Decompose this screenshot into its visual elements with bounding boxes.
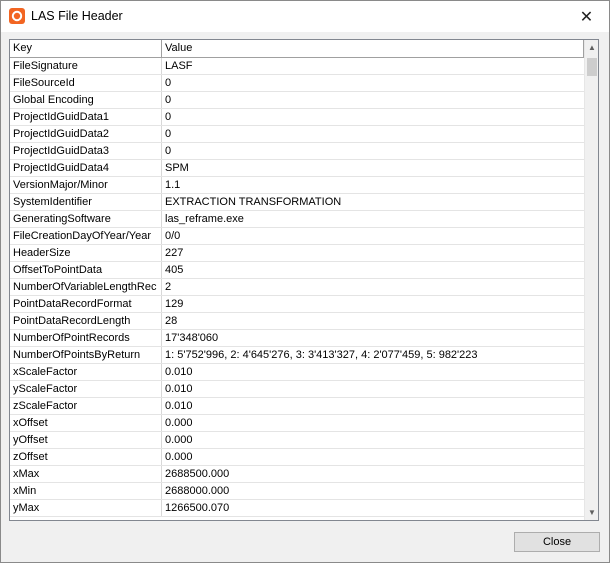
table-body: FileSignature LASF FileSourceId 0 Global Enc…: [10, 58, 584, 517]
row-value: 0: [165, 94, 172, 106]
table-row[interactable]: FileSourceId 0: [10, 75, 584, 92]
row-key: zScaleFactor: [10, 398, 162, 414]
row-value: 2688000.000: [165, 485, 230, 497]
scroll-down-icon[interactable]: ▼: [585, 505, 598, 520]
row-value: 1.1: [165, 179, 181, 191]
vertical-scrollbar[interactable]: ▲ ▼: [584, 40, 598, 520]
table-row[interactable]: ProjectIdGuidData1 0: [10, 109, 584, 126]
row-value: 1: 5'752'996, 2: 4'645'276, 3: 3'413'327…: [165, 349, 478, 361]
row-key: FileSourceId: [10, 75, 162, 91]
table-header: Key Value: [10, 40, 584, 58]
row-key: xScaleFactor: [10, 364, 162, 380]
row-value: 28: [165, 315, 178, 327]
row-key: PointDataRecordFormat: [10, 296, 162, 312]
table-row[interactable]: yOffset 0.000: [10, 432, 584, 449]
table-row[interactable]: zOffset 0.000: [10, 449, 584, 466]
close-button[interactable]: Close: [514, 532, 600, 552]
table-row[interactable]: PointDataRecordLength 28: [10, 313, 584, 330]
row-value: 0.000: [165, 417, 193, 429]
table-row[interactable]: zScaleFactor 0.010: [10, 398, 584, 415]
row-value: 2: [165, 281, 172, 293]
table-row[interactable]: ProjectIdGuidData4 SPM: [10, 160, 584, 177]
table-row[interactable]: ProjectIdGuidData3 0: [10, 143, 584, 160]
row-key: ProjectIdGuidData1: [10, 109, 162, 125]
table-row[interactable]: NumberOfVariableLengthRec 2: [10, 279, 584, 296]
window-title: LAS File Header: [31, 9, 123, 23]
table-row[interactable]: OffsetToPointData 405: [10, 262, 584, 279]
table-row[interactable]: xScaleFactor 0.010: [10, 364, 584, 381]
row-key: yMax: [10, 500, 162, 516]
row-key: yScaleFactor: [10, 381, 162, 397]
column-header-value[interactable]: Value: [162, 40, 584, 57]
table-row[interactable]: HeaderSize 227: [10, 245, 584, 262]
table-row[interactable]: ProjectIdGuidData2 0: [10, 126, 584, 143]
column-header-key[interactable]: Key: [10, 40, 162, 57]
row-value: 17'348'060: [165, 332, 219, 344]
table-row[interactable]: PointDataRecordFormat 129: [10, 296, 584, 313]
row-value: 0.000: [165, 434, 193, 446]
table-row[interactable]: xOffset 0.000: [10, 415, 584, 432]
row-value: 0: [165, 111, 172, 123]
row-value: 1266500.070: [165, 502, 230, 514]
table-row[interactable]: Global Encoding 0: [10, 92, 584, 109]
row-value: 0.000: [165, 451, 193, 463]
row-key: NumberOfVariableLengthRec: [10, 279, 162, 295]
row-value: 0/0: [165, 230, 181, 242]
row-value: 129: [165, 298, 184, 310]
scroll-up-icon[interactable]: ▲: [585, 40, 598, 55]
row-key: SystemIdentifier: [10, 194, 162, 210]
row-key: xOffset: [10, 415, 162, 431]
row-key: FileSignature: [10, 58, 162, 74]
row-key: ProjectIdGuidData3: [10, 143, 162, 159]
row-value: las_reframe.exe: [165, 213, 244, 225]
row-key: NumberOfPointsByReturn: [10, 347, 162, 363]
row-key: ProjectIdGuidData4: [10, 160, 162, 176]
las-file-header-window: LAS File Header ✕ Key Value FileSignatur…: [0, 0, 610, 563]
row-value: LASF: [165, 60, 193, 72]
table-row[interactable]: xMax 2688500.000: [10, 466, 584, 483]
header-table: Key Value FileSignature LASF FileSourceId 0…: [9, 39, 599, 521]
row-value: 0.010: [165, 383, 193, 395]
row-key: xMin: [10, 483, 162, 499]
row-key: NumberOfPointRecords: [10, 330, 162, 346]
close-icon[interactable]: ✕: [564, 1, 609, 32]
table-row[interactable]: SystemIdentifier EXTRACTION TRANSFORMATIO…: [10, 194, 584, 211]
row-value: 0: [165, 77, 172, 89]
table-row[interactable]: yMax 1266500.070: [10, 500, 584, 517]
table-row[interactable]: NumberOfPointsByReturn 1: 5'752'996, 2: 4…: [10, 347, 584, 364]
row-key: xMax: [10, 466, 162, 482]
title-bar[interactable]: LAS File Header ✕: [1, 1, 609, 32]
row-key: FileCreationDayOfYear/Year: [10, 228, 162, 244]
row-key: yOffset: [10, 432, 162, 448]
row-key: OffsetToPointData: [10, 262, 162, 278]
row-value: 0: [165, 145, 172, 157]
row-value: 405: [165, 264, 184, 276]
table-row[interactable]: xMin 2688000.000: [10, 483, 584, 500]
app-icon: [9, 8, 25, 24]
row-key: VersionMajor/Minor: [10, 177, 162, 193]
row-key: Global Encoding: [10, 92, 162, 108]
row-key: GeneratingSoftware: [10, 211, 162, 227]
table-row[interactable]: GeneratingSoftware las_reframe.exe: [10, 211, 584, 228]
row-key: zOffset: [10, 449, 162, 465]
row-value: 2688500.000: [165, 468, 230, 480]
row-value: 0.010: [165, 400, 193, 412]
row-value: SPM: [165, 162, 189, 174]
row-value: 0.010: [165, 366, 193, 378]
row-key: HeaderSize: [10, 245, 162, 261]
table-row[interactable]: yScaleFactor 0.010: [10, 381, 584, 398]
row-value: 0: [165, 128, 172, 140]
table-row[interactable]: FileSignature LASF: [10, 58, 584, 75]
table-row[interactable]: NumberOfPointRecords 17'348'060: [10, 330, 584, 347]
row-key: ProjectIdGuidData2: [10, 126, 162, 142]
scrollbar-thumb[interactable]: [587, 58, 597, 76]
row-key: PointDataRecordLength: [10, 313, 162, 329]
row-value: EXTRACTION TRANSFORMATION: [165, 196, 342, 208]
table-row[interactable]: VersionMajor/Minor 1.1: [10, 177, 584, 194]
row-value: 227: [165, 247, 184, 259]
table-row[interactable]: FileCreationDayOfYear/Year 0/0: [10, 228, 584, 245]
